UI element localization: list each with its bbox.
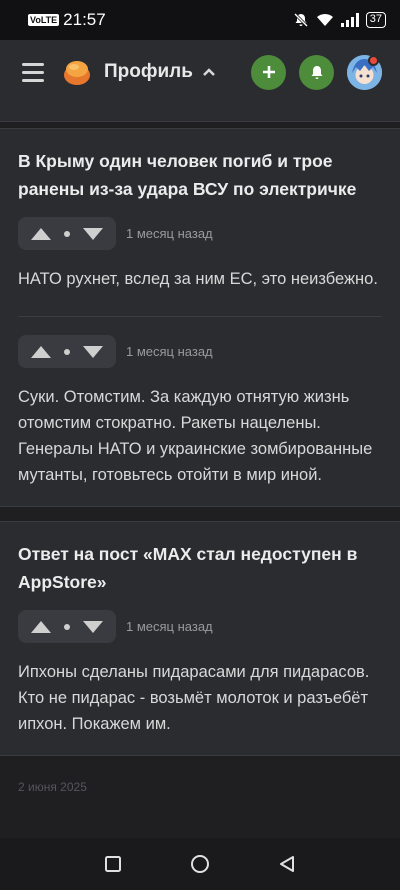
vote-control: [18, 610, 116, 643]
downvote-icon[interactable]: [82, 345, 104, 359]
upvote-icon[interactable]: [30, 227, 52, 241]
vote-row: 1 месяц назад: [18, 610, 382, 643]
downvote-icon[interactable]: [82, 227, 104, 241]
top-app-bar: Профиль: [0, 40, 400, 104]
clock: 21:57: [63, 10, 106, 29]
status-bar: VoLTE 21:57 37: [0, 0, 400, 40]
chevron-up-icon[interactable]: [202, 67, 216, 77]
comment-text: НАТО рухнет, вслед за ним ЕС, это неизбе…: [18, 270, 378, 288]
system-navigation-bar: [0, 838, 400, 890]
volte-indicator: VoLTE: [28, 14, 60, 26]
divider: [18, 316, 382, 317]
notifications-button[interactable]: [299, 54, 334, 90]
vote-row: 1 месяц назад: [18, 217, 382, 250]
rating-dot: [64, 623, 70, 630]
upvote-icon[interactable]: [30, 345, 52, 359]
comment-time[interactable]: 1 месяц назад: [126, 619, 213, 634]
back-icon[interactable]: [278, 855, 296, 873]
recent-apps-icon[interactable]: [104, 855, 122, 873]
next-card-date: 2 июня 2025: [18, 780, 87, 794]
comment-time[interactable]: 1 месяц назад: [126, 226, 213, 241]
comment: 1 месяц назад НАТО рухнет, вслед за ним …: [18, 217, 382, 292]
post-title-link[interactable]: Ответ на пост «MAX стал недоступен в App…: [18, 540, 382, 596]
app-logo[interactable]: [62, 57, 92, 87]
comment-text: Суки. Отомстим. За каждую отнятую жизнь …: [18, 388, 373, 484]
comment: 1 месяц назад Суки. Отомстим. За каждую …: [18, 335, 382, 488]
feed: В Крыму один человек погиб и трое ранены…: [0, 104, 400, 838]
rating-dot: [64, 348, 70, 355]
comment-text: Ипхоны сделаны пидарасами для пидарасов.…: [18, 663, 370, 733]
add-post-button[interactable]: [251, 54, 286, 90]
vote-row: 1 месяц назад: [18, 335, 382, 368]
page-title[interactable]: Профиль: [104, 61, 193, 83]
signal-icon: [340, 13, 359, 27]
bell-icon: [311, 65, 322, 79]
rating-dot: [64, 230, 70, 237]
comment-card: Ответ на пост «MAX стал недоступен в App…: [0, 521, 400, 756]
home-icon[interactable]: [190, 854, 210, 874]
previous-card-stub: [0, 104, 400, 122]
comment: 1 месяц назад Ипхоны сделаны пидарасами …: [18, 610, 382, 737]
vote-control: [18, 335, 116, 368]
menu-icon[interactable]: [22, 62, 44, 82]
comment-card: В Крыму один человек погиб и трое ранены…: [0, 128, 400, 507]
upvote-icon[interactable]: [30, 620, 52, 634]
post-title-link[interactable]: В Крыму один человек погиб и трое ранены…: [18, 147, 382, 203]
wifi-icon: [316, 13, 333, 26]
downvote-icon[interactable]: [82, 620, 104, 634]
plus-icon: [262, 66, 275, 78]
battery-indicator: 37: [365, 12, 386, 28]
notification-badge: [368, 55, 379, 66]
comment-time[interactable]: 1 месяц назад: [126, 344, 213, 359]
vote-control: [18, 217, 116, 250]
mute-icon: [293, 12, 308, 28]
